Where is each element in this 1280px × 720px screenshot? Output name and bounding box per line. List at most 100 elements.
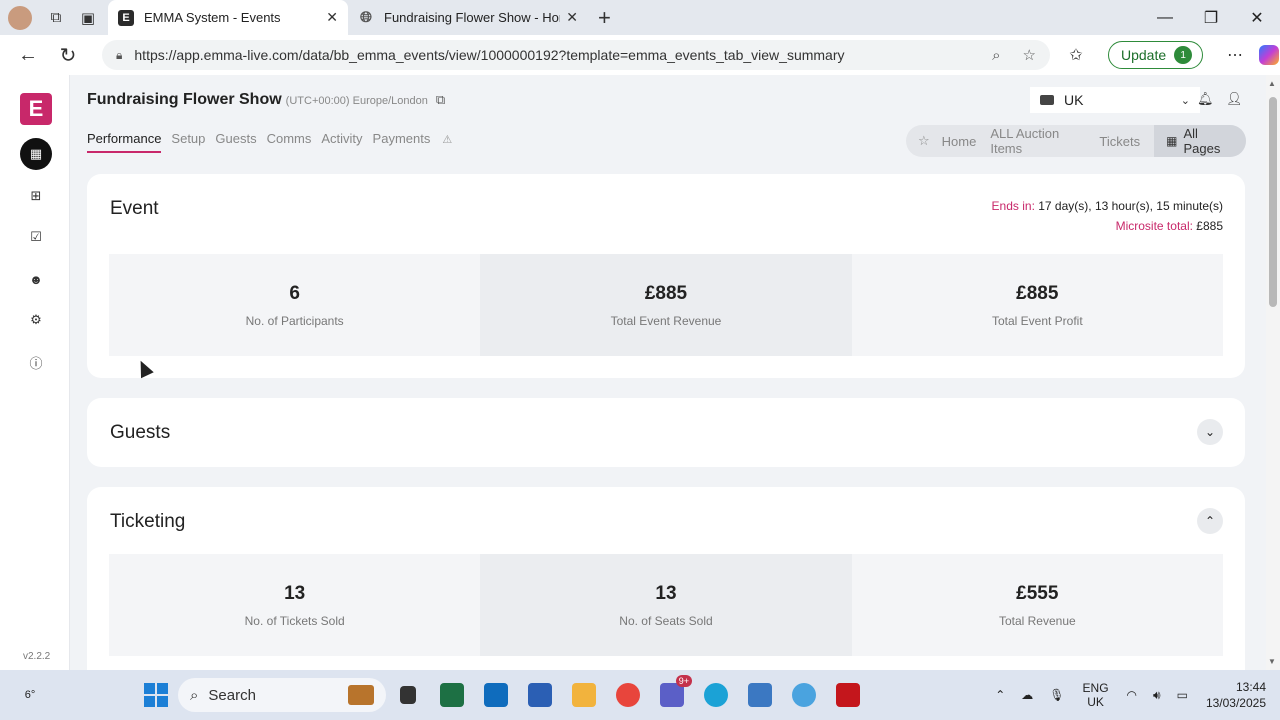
favorite-star-icon[interactable]: ☆ [1023, 46, 1036, 64]
checklist-icon[interactable]: ☑ [20, 221, 52, 253]
word-icon[interactable] [518, 670, 562, 720]
chevron-down-icon: ⌄ [1180, 94, 1190, 107]
bell-icon[interactable]: 🔔︎ [1197, 91, 1214, 107]
all-pages-button[interactable]: ▦ All Pages [1154, 125, 1246, 157]
paint-icon[interactable] [782, 670, 826, 720]
ticketing-stats: 13 No. of Tickets Sold 13 No. of Seats S… [109, 554, 1223, 656]
event-timezone: (UTC+00:00) Europe/London [285, 95, 428, 107]
chevron-up-icon[interactable]: ⌃ [995, 688, 1005, 702]
close-tab-icon[interactable]: ✕ [326, 9, 338, 26]
quicklink-auction-items[interactable]: ALL Auction Items [990, 126, 1085, 156]
help-icon[interactable]: ⓘ [20, 346, 52, 378]
speaker-icon[interactable]: 🔊︎ [1153, 688, 1161, 703]
star-icon[interactable]: ☆ [918, 133, 930, 149]
event-stats: 6 No. of Participants £885 Total Event R… [109, 254, 1223, 356]
weather-widget[interactable]: 6° [0, 689, 60, 701]
emma-logo[interactable]: E [20, 93, 52, 125]
quicklink-home[interactable]: Home [942, 134, 977, 149]
tab-setup[interactable]: Setup [171, 131, 205, 153]
scroll-down-icon[interactable]: ▼ [1268, 657, 1276, 666]
update-button[interactable]: Update 1 [1108, 41, 1204, 69]
page-scrollbar[interactable]: ▲ ▼ [1266, 75, 1280, 670]
chevron-down-icon[interactable]: ⌄ [1197, 419, 1223, 445]
tab-actions-icon[interactable]: ▣ [72, 0, 104, 35]
back-icon[interactable]: ← [8, 35, 48, 75]
onedrive-icon[interactable]: ☁ [1021, 688, 1033, 702]
stat-label: No. of Participants [245, 313, 344, 328]
file-app-icon[interactable] [386, 670, 430, 720]
gear-icon[interactable]: ⚙ [20, 304, 52, 336]
weather-temp: 6° [24, 689, 36, 701]
tab-activity[interactable]: Activity [321, 131, 362, 153]
stat-seats-sold: 13 No. of Seats Sold [480, 554, 852, 656]
external-link-icon[interactable]: ⧉ [436, 92, 445, 108]
emma-favicon-icon: E [118, 9, 134, 26]
pen-app-icon[interactable] [738, 670, 782, 720]
event-tabs: Performance Setup Guests Comms Activity … [87, 131, 472, 153]
guests-card[interactable]: Guests ⌄ [87, 398, 1245, 467]
clock-date: 13/03/2025 [1205, 696, 1266, 710]
language-indicator[interactable]: ENG UK [1083, 681, 1109, 709]
browser-tab-flower-show[interactable]: 🌐︎ Fundraising Flower Show - Home ✕ [348, 0, 588, 35]
tab-payments[interactable]: Payments ⚠ [373, 131, 463, 153]
refresh-icon[interactable]: ↻ [48, 35, 88, 75]
windows-start-icon[interactable] [144, 683, 168, 707]
people-icon[interactable]: ☻ [20, 263, 52, 295]
copilot-icon[interactable] [1259, 45, 1280, 65]
windows-taskbar: 6° ⌕ Search 9+ ⌃ ☁ 🎙︎ ENG UK ◠ 🔊︎ ▭ 13:4… [0, 670, 1280, 720]
page-title: Fundraising Flower Show (UTC+00:00) Euro… [87, 91, 445, 109]
region-select[interactable]: UK ⌄ [1030, 87, 1200, 113]
scroll-thumb[interactable] [1269, 97, 1277, 307]
taskbar-search[interactable]: ⌕ Search [178, 678, 386, 712]
file-explorer-icon[interactable] [562, 670, 606, 720]
tab-performance[interactable]: Performance [87, 131, 162, 153]
tab-comms[interactable]: Comms [267, 131, 312, 153]
acrobat-icon[interactable] [826, 670, 870, 720]
browser-tab-emma[interactable]: E EMMA System - Events ✕ [108, 0, 348, 35]
stat-value: 13 [655, 582, 677, 604]
stat-label: Total Revenue [998, 613, 1076, 628]
flag-icon [1040, 95, 1054, 105]
event-name: Fundraising Flower Show [87, 91, 282, 108]
chevron-up-icon[interactable]: ⌃ [1197, 508, 1223, 534]
clock[interactable]: 13:44 13/03/2025 [1206, 679, 1266, 711]
app-sidebar: E ▦ ⊞ ☑ ☻ ⚙ ⓘ v2.2.2 [0, 75, 70, 670]
stat-event-profit: £885 Total Event Profit [851, 254, 1223, 356]
globe-icon: 🌐︎ [359, 9, 372, 26]
close-tab-icon[interactable]: ✕ [566, 9, 578, 26]
main-content: Fundraising Flower Show (UTC+00:00) Euro… [70, 75, 1266, 670]
stat-label: No. of Seats Sold [619, 613, 713, 628]
gift-icon[interactable]: ⊞ [20, 180, 52, 212]
calendar-icon[interactable]: ▦ [20, 138, 52, 170]
edge-icon[interactable] [694, 670, 738, 720]
teams-icon[interactable]: 9+ [650, 670, 694, 720]
profile-avatar[interactable] [6, 3, 34, 32]
wifi-icon[interactable]: ◠ [1127, 688, 1137, 702]
minimize-icon[interactable]: — [1142, 0, 1188, 35]
url-field[interactable]: 🔒︎ https://app.emma-live.com/data/bb_emm… [102, 40, 1050, 70]
outlook-icon[interactable] [474, 670, 518, 720]
search-icon: ⌕ [190, 686, 199, 704]
app-version: v2.2.2 [23, 651, 51, 662]
new-tab-icon[interactable]: + [598, 5, 611, 31]
excel-icon[interactable] [430, 670, 474, 720]
close-window-icon[interactable]: ✕ [1234, 0, 1280, 35]
chrome-icon[interactable] [606, 670, 650, 720]
battery-icon[interactable]: ▭ [1177, 688, 1188, 702]
favorites-icon[interactable]: ✩ [1058, 45, 1094, 65]
restore-icon[interactable]: ❐ [1188, 0, 1234, 35]
grid-icon: ▦ [1166, 134, 1178, 148]
microphone-icon[interactable]: 🎙︎ [1049, 688, 1064, 702]
zoom-icon[interactable]: ⌕ [992, 47, 1000, 64]
workspaces-icon[interactable]: ⧉ [40, 0, 72, 35]
more-menu-icon[interactable]: ⋯ [1217, 45, 1253, 65]
quick-links-bar: ☆ Home ALL Auction Items Tickets ▦ All P… [906, 125, 1246, 157]
site-info-icon[interactable]: 🔒︎ [116, 48, 122, 63]
user-icon[interactable]: 👤︎ [1226, 91, 1243, 107]
url-text: https://app.emma-live.com/data/bb_emma_e… [134, 47, 845, 63]
scroll-up-icon[interactable]: ▲ [1268, 79, 1276, 88]
tab-guests[interactable]: Guests [215, 131, 256, 153]
event-countdown: Ends in: 17 day(s), 13 hour(s), 15 minut… [992, 196, 1223, 236]
quicklink-tickets[interactable]: Tickets [1099, 134, 1140, 149]
ticketing-card: Ticketing ⌃ 13 No. of Tickets Sold 13 No… [87, 487, 1245, 670]
